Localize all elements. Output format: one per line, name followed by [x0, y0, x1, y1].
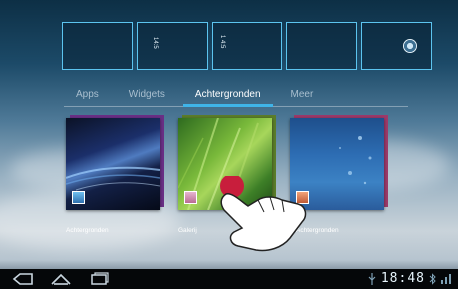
back-icon[interactable] — [12, 272, 34, 286]
screen: 14:5 1 4:5 Apps Widgets Achtergronden Me… — [0, 0, 458, 269]
home-preview-2[interactable]: 14:5 — [136, 22, 208, 70]
usb-icon — [368, 272, 376, 285]
preview-clock-text: 14:5 — [151, 37, 158, 49]
tab-achtergronden[interactable]: Achtergronden — [182, 84, 273, 107]
preview-clock-text: 1 4:5 — [218, 35, 225, 49]
hand-shape — [220, 193, 307, 252]
category-tabs: Apps Widgets Achtergronden Meer — [64, 84, 408, 107]
status-area[interactable]: 18:48 — [367, 271, 452, 286]
touch-hand-illustration — [220, 176, 307, 252]
gallery-icon — [184, 191, 197, 204]
wallpaper-label: Galerij — [178, 227, 197, 234]
home-preview-3[interactable]: 1 4:5 — [211, 22, 283, 70]
wallpaper-label: Achtergronden — [66, 227, 109, 234]
bluetooth-icon — [429, 272, 436, 285]
home-screen-previews: 14:5 1 4:5 — [62, 22, 432, 70]
tab-widgets[interactable]: Widgets — [117, 84, 177, 106]
tab-apps[interactable]: Apps — [64, 84, 111, 106]
recent-apps-icon[interactable] — [88, 272, 110, 286]
home-icon[interactable] — [50, 272, 72, 286]
live-wallpaper-icon — [72, 191, 85, 204]
wallpaper-card-live[interactable] — [66, 118, 160, 210]
clock-time: 18:48 — [380, 271, 425, 286]
home-preview-5[interactable] — [361, 22, 432, 70]
analog-clock-icon — [402, 39, 417, 53]
home-preview-4[interactable] — [286, 22, 358, 70]
signal-icon — [441, 273, 451, 284]
home-preview-1[interactable] — [62, 22, 133, 70]
tab-meer[interactable]: Meer — [279, 84, 326, 106]
system-bar: 18:48 — [0, 269, 458, 289]
